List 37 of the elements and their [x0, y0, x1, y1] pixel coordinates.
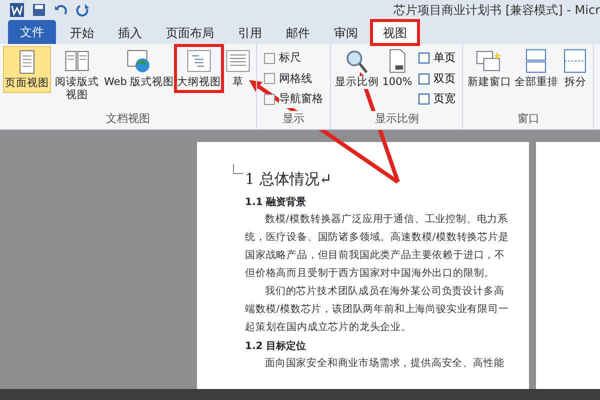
- outline-list-icon: [185, 48, 214, 74]
- heading: 1 总体情况↵: [245, 169, 333, 190]
- lined-page-icon: [224, 48, 252, 74]
- undo-icon[interactable]: [54, 3, 68, 17]
- ribbon-tab[interactable]: 邮件: [276, 22, 320, 44]
- window-title: 芯片项目商业计划书 [兼容模式] - Micr: [394, 2, 600, 19]
- word-logo-icon[interactable]: [10, 3, 24, 17]
- view-button[interactable]: 全部重排: [513, 46, 560, 91]
- ribbon-tab[interactable]: 页面布局: [156, 22, 224, 44]
- ribbon-tab[interactable]: 开始: [60, 22, 104, 44]
- body-paragraph: 数模/模数转换器广泛应用于通信、工业控制、电力系统，医疗设备、国防诸多领域。高速数模/模数转换芯片是国家战略产品，但目前我国此类产品主要依赖于进口，不但价格高而且受制于西方国家对中国海外出口的限制。: [245, 212, 510, 280]
- ribbon-tab[interactable]: 审阅: [324, 22, 368, 44]
- view-button[interactable]: 新建窗口: [466, 46, 512, 91]
- page-view-button[interactable]: 页宽: [418, 91, 456, 108]
- page-view-button[interactable]: 单页: [418, 50, 456, 66]
- ribbon-tab[interactable]: 引用: [228, 22, 272, 44]
- view-button[interactable]: 阅读版式视图: [52, 46, 102, 104]
- view-button[interactable]: 拆分: [560, 46, 590, 91]
- body-paragraph: 面向国家安全和商业市场需求，提供高安全、高性能: [264, 356, 506, 370]
- view-button[interactable]: 100%: [381, 46, 414, 91]
- heading: 1.2 目标定位: [245, 339, 308, 354]
- file-menu-tab[interactable]: 文件: [8, 20, 56, 44]
- ribbon-tab[interactable]: 视图: [372, 21, 418, 44]
- new-window-icon: [475, 48, 504, 74]
- ribbon-tab[interactable]: 插入: [108, 22, 152, 44]
- view-button[interactable]: 页面视图: [3, 46, 51, 93]
- save-icon[interactable]: [32, 3, 46, 17]
- book-icon: [63, 48, 91, 74]
- checkbox-option[interactable]: 标尺: [264, 50, 324, 66]
- redo-icon[interactable]: [76, 3, 90, 17]
- heading: 1.1 融资背景: [245, 196, 308, 210]
- view-button[interactable]: 草: [223, 46, 254, 91]
- view-button[interactable]: 显示比例: [334, 46, 380, 91]
- view-button[interactable]: 大纲视图: [176, 46, 222, 91]
- body-paragraph: 我们的芯片技术团队成员在海外某公司负责设计多高端数模/模数芯片，该团队两年前和上海尚骏实业有限司一起策划在国内成立芯片的龙头企业。: [245, 284, 510, 334]
- view-button[interactable]: Web 版式视图: [103, 46, 176, 91]
- page-view-button[interactable]: 双页: [418, 70, 456, 87]
